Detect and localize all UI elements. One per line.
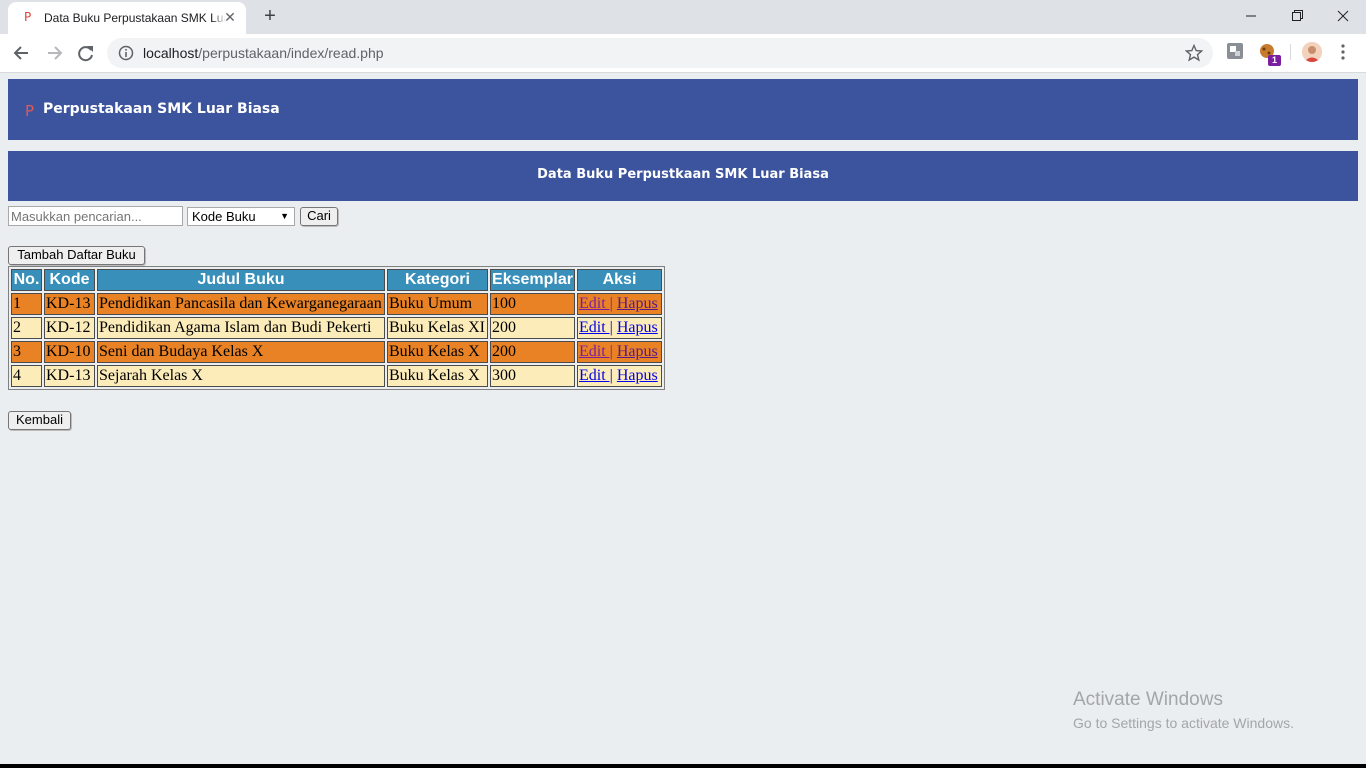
close-tab-icon[interactable]: ✕ (222, 8, 238, 26)
cell-kode: KD-10 (44, 341, 95, 363)
delete-link[interactable]: Hapus (617, 295, 658, 312)
extension-badge: 1 (1268, 55, 1281, 66)
cell-aksi: Edit | Hapus (577, 293, 662, 315)
cell-no: 2 (11, 317, 42, 339)
delete-link[interactable]: Hapus (617, 319, 658, 336)
column-header-eksemplar: Eksemplar (490, 269, 575, 291)
cell-no: 4 (11, 365, 42, 387)
cell-kategori: Buku Kelas X (387, 365, 488, 387)
delete-link[interactable]: Hapus (617, 367, 658, 384)
column-header-kode: Kode (44, 269, 95, 291)
profile-avatar[interactable] (1302, 42, 1322, 62)
cell-judul: Pendidikan Agama Islam dan Budi Pekerti (97, 317, 385, 339)
browser-tab[interactable]: P Data Buku Perpustakaan SMK Luar Biasa … (8, 2, 246, 34)
search-filter-select[interactable]: Kode Buku ▼ (187, 207, 295, 226)
cell-kategori: Buku Kelas X (387, 341, 488, 363)
minimize-icon[interactable] (1228, 3, 1274, 29)
table-row: 4 KD-13 Sejarah Kelas X Buku Kelas X 300… (11, 365, 662, 387)
cell-judul: Pendidikan Pancasila dan Kewarganegaraan (97, 293, 385, 315)
url-host: localhost (143, 45, 199, 61)
toolbar-divider (1290, 44, 1291, 60)
cell-judul: Seni dan Budaya Kelas X (97, 341, 385, 363)
column-header-no: No. (11, 269, 42, 291)
cell-no: 1 (11, 293, 42, 315)
table-row: 2 KD-12 Pendidikan Agama Islam dan Budi … (11, 317, 662, 339)
cell-kode: KD-13 (44, 365, 95, 387)
kebab-menu-icon[interactable] (1337, 42, 1349, 62)
cell-kode: KD-12 (44, 317, 95, 339)
table-row: 1 KD-13 Pendidikan Pancasila dan Kewarga… (11, 293, 662, 315)
select-value: Kode Buku (192, 209, 256, 224)
table-row: 3 KD-10 Seni dan Budaya Kelas X Buku Kel… (11, 341, 662, 363)
tab-title: Data Buku Perpustakaan SMK Luar Biasa (44, 11, 226, 25)
back-button[interactable]: Kembali (8, 411, 71, 430)
delete-link[interactable]: Hapus (617, 343, 658, 360)
cell-aksi: Edit | Hapus (577, 341, 662, 363)
url-path: /perpustakaan/index/read.php (198, 45, 384, 61)
cell-eksemplar: 200 (490, 341, 575, 363)
back-arrow-icon[interactable] (9, 41, 35, 65)
cell-judul: Sejarah Kelas X (97, 365, 385, 387)
search-button[interactable]: Cari (300, 207, 338, 226)
browser-toolbar: localhost/perpustakaan/index/read.php (0, 34, 1366, 73)
column-header-judul: Judul Buku (97, 269, 385, 291)
taskbar-edge (0, 764, 1366, 768)
page-title: Data Buku Perpustkaan SMK Luar Biasa (537, 167, 829, 182)
bookmark-star-icon[interactable] (1184, 43, 1204, 62)
url-text[interactable]: localhost/perpustakaan/index/read.php (143, 45, 384, 61)
address-bar[interactable]: localhost/perpustakaan/index/read.php (107, 38, 1213, 68)
cell-no: 3 (11, 341, 42, 363)
cell-aksi: Edit | Hapus (577, 317, 662, 339)
edit-link[interactable]: Edit | (579, 319, 613, 336)
column-header-kategori: Kategori (387, 269, 488, 291)
cell-eksemplar: 100 (490, 293, 575, 315)
activation-watermark-subtitle: Go to Settings to activate Windows. (1073, 715, 1294, 731)
edit-link[interactable]: Edit | (579, 343, 613, 360)
extension-icon[interactable] (1226, 42, 1244, 60)
site-header: P Perpustakaan SMK Luar Biasa (8, 79, 1358, 140)
books-table: No. Kode Judul Buku Kategori Eksemplar A… (8, 266, 665, 390)
table-header-row: No. Kode Judul Buku Kategori Eksemplar A… (11, 269, 662, 291)
logo-icon: P (25, 102, 35, 120)
new-tab-icon[interactable]: + (260, 5, 280, 27)
cell-kode: KD-13 (44, 293, 95, 315)
activation-watermark-title: Activate Windows (1073, 689, 1223, 710)
edit-link[interactable]: Edit | (579, 367, 613, 384)
column-header-aksi: Aksi (577, 269, 662, 291)
cell-kategori: Buku Kelas XI (387, 317, 488, 339)
page-title-bar: Data Buku Perpustkaan SMK Luar Biasa (8, 151, 1358, 201)
forward-arrow-icon[interactable] (41, 41, 67, 65)
search-input[interactable] (8, 206, 183, 226)
info-icon[interactable] (118, 45, 134, 61)
cell-eksemplar: 300 (490, 365, 575, 387)
add-book-button[interactable]: Tambah Daftar Buku (8, 246, 145, 265)
cell-eksemplar: 200 (490, 317, 575, 339)
brand-name[interactable]: Perpustakaan SMK Luar Biasa (43, 101, 280, 117)
favicon-icon: P (24, 10, 32, 24)
window-close-icon[interactable] (1320, 3, 1366, 29)
tab-strip: P Data Buku Perpustakaan SMK Luar Biasa … (0, 0, 1366, 34)
reload-icon[interactable] (73, 41, 99, 65)
cell-aksi: Edit | Hapus (577, 365, 662, 387)
cell-kategori: Buku Umum (387, 293, 488, 315)
restore-icon[interactable] (1274, 3, 1320, 29)
dropdown-arrow-icon: ▼ (280, 211, 289, 221)
edit-link[interactable]: Edit | (579, 295, 613, 312)
